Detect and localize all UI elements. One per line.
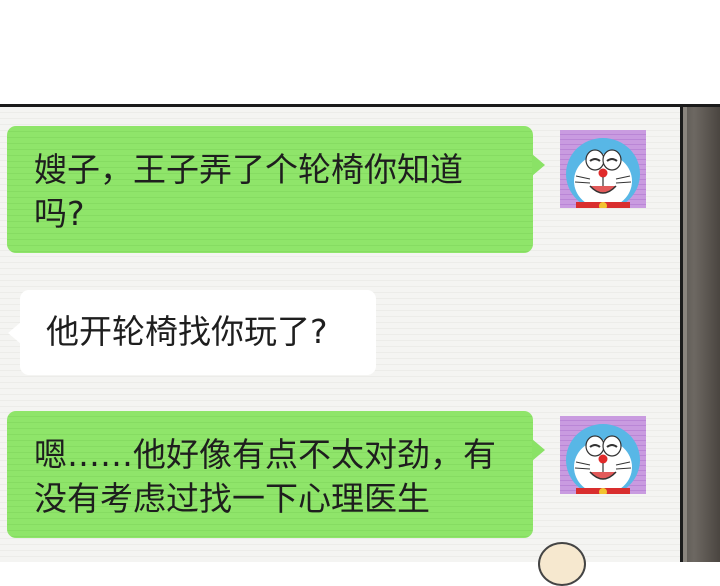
- received-message-bubble: 他开轮椅找你玩了?: [8, 290, 376, 375]
- bubble-tail: [8, 322, 21, 344]
- top-blank-area: [0, 0, 720, 104]
- partial-character-head: [538, 542, 586, 586]
- message-text-line: 没有考虑过找一下心理医生: [34, 479, 430, 518]
- message-text-line: 嫂子，王子弄了个轮椅你知道: [34, 150, 463, 189]
- doraemon-avatar-icon[interactable]: [560, 130, 646, 208]
- panel-frame-edge: [680, 107, 720, 562]
- sent-message-bubble: 嗯……他好像有点不太对劲，有 没有考虑过找一下心理医生: [7, 411, 545, 538]
- doraemon-avatar-icon[interactable]: [560, 416, 646, 494]
- message-text-line: 他开轮椅找你玩了?: [46, 312, 328, 351]
- message-text-line: 嗯……他好像有点不太对劲，有: [34, 435, 496, 474]
- bubble-tail: [532, 154, 545, 176]
- bubble-tail: [532, 439, 545, 461]
- message-text-line: 吗?: [34, 194, 85, 233]
- sent-message-bubble: 嫂子，王子弄了个轮椅你知道 吗?: [7, 126, 545, 253]
